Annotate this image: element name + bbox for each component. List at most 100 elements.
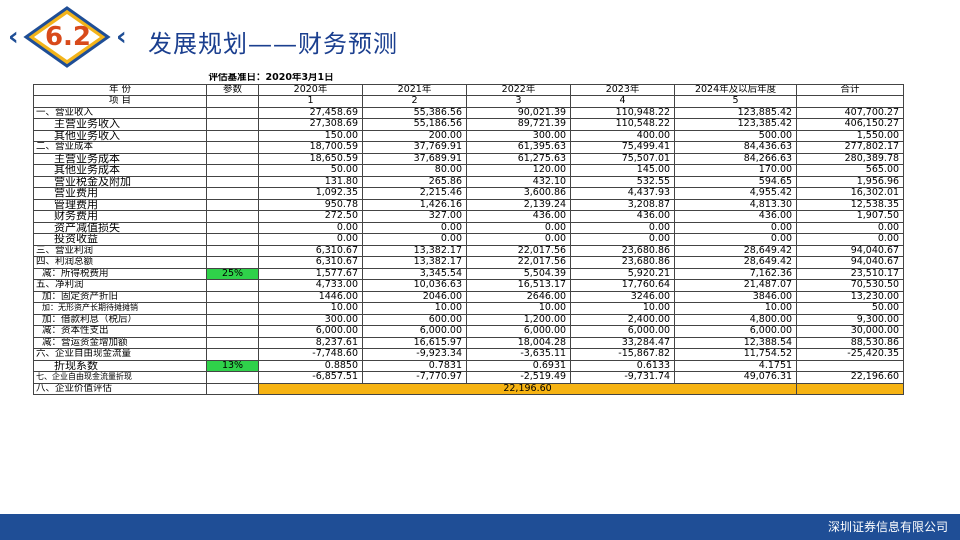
value-cell: 1,956.96 <box>796 175 905 188</box>
value-cell: 0.7831 <box>362 359 467 372</box>
value-cell: 27,308.69 <box>258 118 363 131</box>
value-cell: 6,000.00 <box>570 325 676 338</box>
value-cell: 18,004.28 <box>465 336 572 349</box>
value-cell: 12,538.35 <box>796 198 905 211</box>
value-cell: 0.00 <box>362 221 467 234</box>
row-label: 财务费用 <box>33 210 207 223</box>
value-cell: 400.00 <box>570 129 676 142</box>
value-cell: 6,000.00 <box>258 325 363 338</box>
value-cell: 75,507.01 <box>570 152 676 165</box>
header-cell <box>206 95 259 108</box>
value-cell: 50.00 <box>796 302 905 315</box>
param-cell <box>206 302 259 315</box>
value-cell: 327.00 <box>362 210 467 223</box>
value-cell: 23,510.17 <box>796 267 905 280</box>
value-cell: 170.00 <box>674 164 798 177</box>
value-cell: 4,437.93 <box>570 187 676 200</box>
table-row: 营业费用 1,092.35 2,215.46 3,600.86 4,437.93 4,95… <box>33 187 905 200</box>
value-cell: 10.00 <box>570 302 676 315</box>
value-cell: 28,649.42 <box>674 244 798 257</box>
value-cell: 0.00 <box>570 221 676 234</box>
value-cell: -7,770.97 <box>362 371 467 384</box>
row-label: 六、企业自由现金流量 <box>33 348 207 361</box>
header-cell: 1 <box>258 95 363 108</box>
table-row: 减：所得税费用 25% 1,577.67 3,345.54 5,504.39 5,920.… <box>33 267 905 280</box>
param-cell <box>206 279 259 292</box>
value-cell: 16,302.01 <box>796 187 905 200</box>
value-cell: 37,769.91 <box>362 141 467 154</box>
value-cell: 13,382.17 <box>362 256 467 269</box>
header-cell: 2020年 <box>258 83 363 96</box>
value-cell: 1,550.00 <box>796 129 905 142</box>
header-cell: 参数 <box>206 83 259 96</box>
value-cell: 500.00 <box>674 129 798 142</box>
header-cell: 合计 <box>796 83 905 96</box>
value-cell <box>796 382 905 395</box>
param-cell <box>206 233 259 246</box>
value-cell: 88,530.86 <box>796 336 905 349</box>
section-badge: ‹ ‹ 6.2 <box>8 6 128 70</box>
value-cell: 13,382.17 <box>362 244 467 257</box>
value-cell: 16,615.97 <box>362 336 467 349</box>
row-label: 投资收益 <box>33 233 207 246</box>
row-label: 管理费用 <box>33 198 207 211</box>
param-cell <box>206 325 259 338</box>
section-number: 6.2 <box>44 22 92 52</box>
row-label: 其他业务成本 <box>33 164 207 177</box>
value-cell: 84,436.63 <box>674 141 798 154</box>
table-row: 加：无形资产长期待摊摊销 10.00 10.00 10.00 10.00 10.00 50.… <box>33 302 905 315</box>
table-row: 主营业务成本 18,650.59 37,689.91 61,275.63 75,507.… <box>33 152 905 165</box>
row-label: 二、营业成本 <box>33 141 207 154</box>
value-cell: 0.6931 <box>465 359 572 372</box>
value-cell: -6,857.51 <box>258 371 363 384</box>
value-cell: 280,389.78 <box>796 152 905 165</box>
row-label: 加：无形资产长期待摊摊销 <box>33 302 207 315</box>
value-cell: 407,700.27 <box>796 106 905 119</box>
header-row1: 年 份参数 2020年 2021年 2022年 2023年 2024年及以后年度 合计 <box>33 83 905 96</box>
value-cell: 6,310.67 <box>258 244 363 257</box>
header-cell: 5 <box>674 95 798 108</box>
value-cell: -9,923.34 <box>362 348 467 361</box>
table-row: 六、企业自由现金流量 -7,748.60 -9,923.34 -3,635.11 -15… <box>33 348 905 361</box>
value-cell: 532.55 <box>570 175 676 188</box>
value-cell: 6,000.00 <box>465 325 572 338</box>
value-cell: 5,920.21 <box>570 267 676 280</box>
header-cell: 3 <box>465 95 572 108</box>
forecast-table: 评估基准日：2020年3月1日 年 份参数 2020年 2021年 2022年 2023… <box>33 73 905 395</box>
value-cell: 1446.00 <box>258 290 363 303</box>
table-row: 主营业务收入 27,308.69 55,186.56 89,721.39 110,548… <box>33 118 905 131</box>
value-cell: 22,017.56 <box>465 244 572 257</box>
enterprise-value: 22,196.60 <box>257 382 798 395</box>
row-label: 资产减值损失 <box>33 221 207 234</box>
row-label: 主营业务收入 <box>33 118 207 131</box>
value-cell: -3,635.11 <box>465 348 572 361</box>
value-cell: 436.00 <box>465 210 572 223</box>
value-cell: 27,458.69 <box>258 106 363 119</box>
value-cell: 0.00 <box>796 221 905 234</box>
value-cell: 94,040.67 <box>796 256 905 269</box>
header-cell: 2023年 <box>570 83 676 96</box>
value-cell: 10.00 <box>258 302 363 315</box>
value-cell: 265.86 <box>362 175 467 188</box>
value-cell <box>796 359 905 372</box>
value-cell: 432.10 <box>465 175 572 188</box>
value-cell: 594.65 <box>674 175 798 188</box>
value-cell: 3246.00 <box>570 290 676 303</box>
value-cell: 21,487.07 <box>674 279 798 292</box>
param-cell <box>206 152 259 165</box>
header-cell <box>796 95 905 108</box>
value-cell: 406,150.27 <box>796 118 905 131</box>
value-cell: 17,760.64 <box>570 279 676 292</box>
value-cell: 145.00 <box>570 164 676 177</box>
value-cell: 6,310.67 <box>258 256 363 269</box>
value-cell: 110,948.22 <box>570 106 676 119</box>
value-cell: 436.00 <box>570 210 676 223</box>
value-cell: 2,215.46 <box>362 187 467 200</box>
value-cell: 30,000.00 <box>796 325 905 338</box>
value-cell: 600.00 <box>362 313 467 326</box>
header-cell: 年 份 <box>33 83 207 96</box>
table-row: 四、利润总额 6,310.67 13,382.17 22,017.56 23,680.8… <box>33 256 905 269</box>
row-label: 八、企业价值评估 <box>33 382 207 395</box>
value-cell: 75,499.41 <box>570 141 676 154</box>
param-cell <box>206 141 259 154</box>
